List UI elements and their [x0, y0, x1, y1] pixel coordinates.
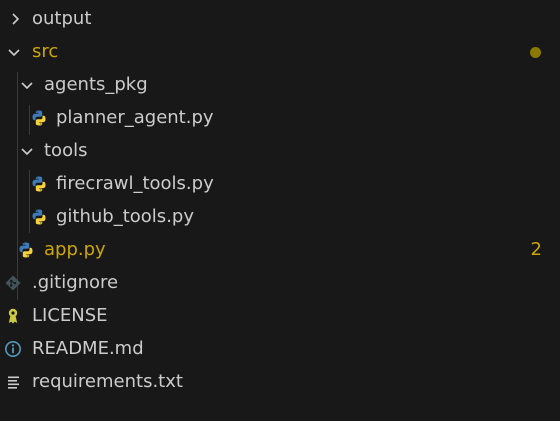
tree-item-app[interactable]: app.py 2 [0, 234, 560, 267]
problem-count-badge: 2 [530, 239, 542, 260]
modified-dot-indicator [530, 47, 541, 58]
tree-item-label: src [32, 41, 59, 62]
chevron-down-icon [21, 148, 33, 156]
tree-item-planner-agent[interactable]: planner_agent.py [0, 102, 560, 135]
python-icon [32, 110, 46, 126]
tree-item-requirements[interactable]: requirements.txt [0, 366, 560, 399]
git-icon [5, 275, 21, 291]
tree-item-label: README.md [32, 338, 144, 359]
chevron-right-icon [12, 13, 20, 25]
tree-item-label: planner_agent.py [56, 107, 214, 128]
tree-item-gitignore[interactable]: .gitignore [0, 267, 560, 300]
python-icon [32, 209, 46, 225]
tree-item-label: output [32, 8, 92, 29]
info-icon [5, 341, 21, 357]
tree-item-label: agents_pkg [44, 74, 148, 95]
file-explorer: output src agents_pkg planner_agent.py t… [0, 0, 560, 421]
lines-icon [8, 376, 19, 389]
tree-item-label: tools [44, 140, 88, 161]
chevron-down-icon [21, 82, 33, 90]
tree-item-output[interactable]: output [0, 3, 560, 36]
tree-item-label: github_tools.py [56, 206, 194, 227]
chevron-down-icon [8, 49, 20, 57]
license-icon [8, 308, 18, 324]
tree-item-firecrawl-tools[interactable]: firecrawl_tools.py [0, 168, 560, 201]
tree-item-label: .gitignore [32, 272, 119, 293]
tree-item-readme[interactable]: README.md [0, 333, 560, 366]
python-icon [32, 176, 46, 192]
tree-item-src[interactable]: src [0, 36, 560, 69]
python-icon [19, 242, 33, 258]
tree-item-github-tools[interactable]: github_tools.py [0, 201, 560, 234]
tree-item-license[interactable]: LICENSE [0, 300, 560, 333]
tree-item-agents-pkg[interactable]: agents_pkg [0, 69, 560, 102]
tree-item-label: firecrawl_tools.py [56, 173, 214, 194]
tree-item-label: LICENSE [32, 305, 108, 326]
tree-item-label: requirements.txt [32, 371, 183, 392]
tree-item-tools[interactable]: tools [0, 135, 560, 168]
tree-item-label: app.py [44, 239, 106, 260]
